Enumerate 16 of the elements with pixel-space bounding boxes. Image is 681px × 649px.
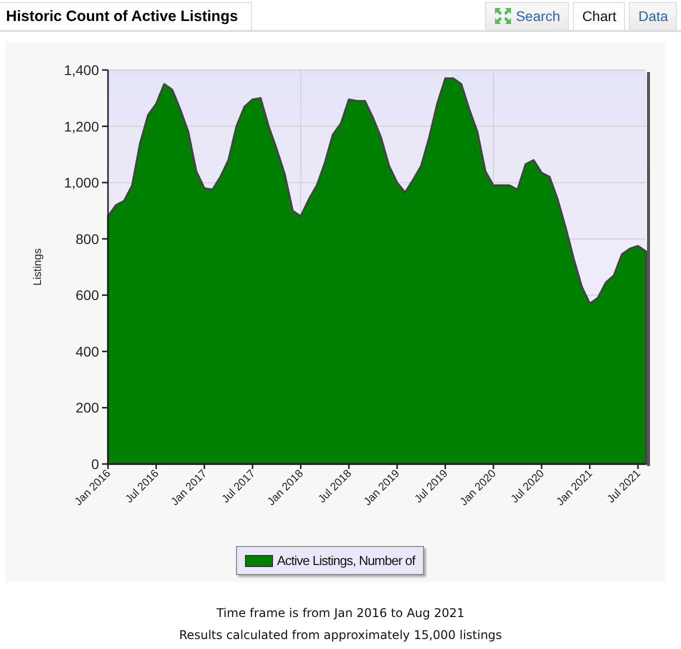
axis-label: 400 — [76, 343, 99, 360]
axis-label: 800 — [76, 230, 99, 247]
axis-label: 1,200 — [64, 118, 99, 134]
axis-label: 600 — [76, 287, 99, 304]
axis-title: Listings — [32, 248, 44, 286]
axis-label: 1,000 — [64, 174, 99, 191]
axis-label: 1,400 — [64, 62, 99, 78]
panel-title: Historic Count of Active Listings — [0, 2, 252, 30]
axis-label: 200 — [76, 400, 99, 416]
footer-text: Time frame is from Jan 2016 to Aug 2021 — [215, 605, 466, 622]
footer-text: Results calculated from approximately 15,000 listings — [178, 627, 503, 644]
tab[interactable]: Data — [629, 2, 677, 30]
legend-label: Active Listings, Number of — [277, 553, 416, 568]
axis-label: 0 — [91, 456, 99, 472]
tab[interactable]: Search — [484, 2, 570, 30]
tab[interactable]: Chart — [573, 2, 626, 30]
